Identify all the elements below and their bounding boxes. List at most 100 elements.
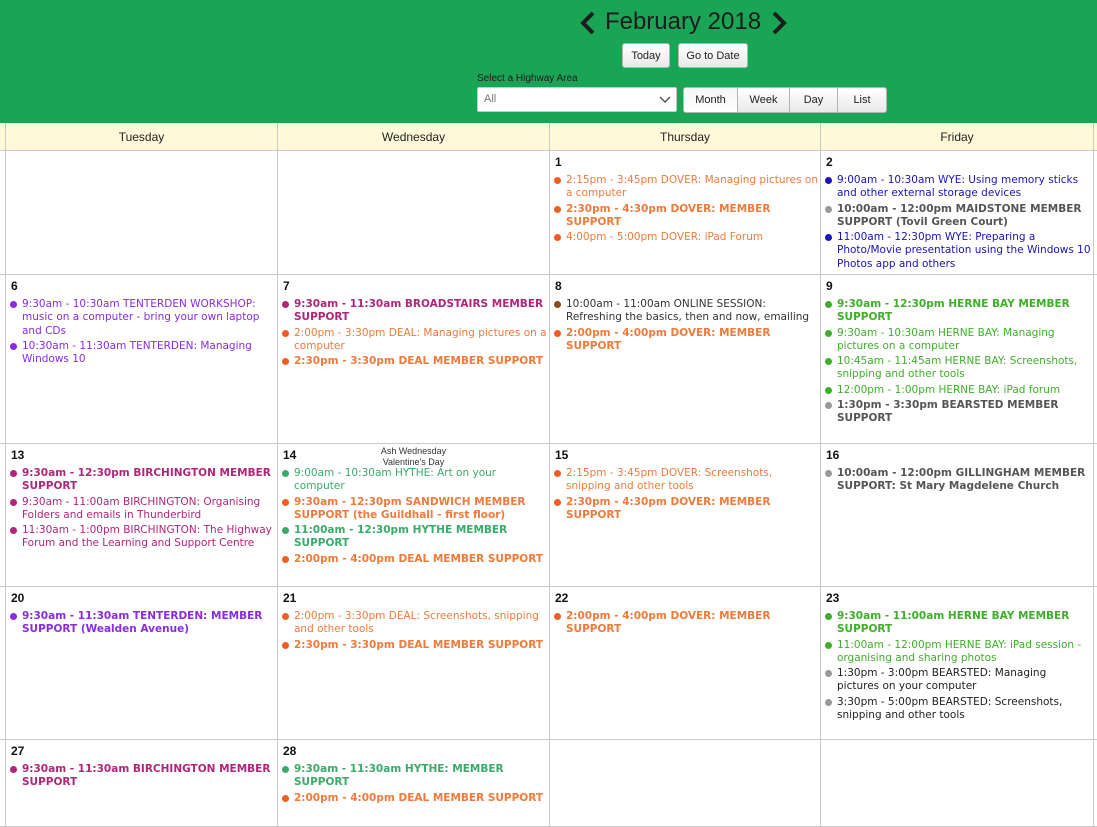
- calendar-event[interactable]: 9:00am - 10:30am WYE: Using memory stick…: [824, 174, 1091, 201]
- calendar-event[interactable]: 10:00am - 11:00am ONLINE SESSION: Refres…: [553, 298, 818, 325]
- calendar-event[interactable]: 10:45am - 11:45am HERNE BAY: Screenshots…: [824, 355, 1091, 382]
- calendar-event[interactable]: 11:30am - 1:00pm BIRCHINGTON: The Highwa…: [9, 524, 275, 551]
- calendar-event[interactable]: 10:00am - 12:00pm MAIDSTONE MEMBER SUPPO…: [824, 203, 1091, 230]
- day-cell-7[interactable]: 7 9:30am - 11:30am BROADSTAIRS MEMBER SUP…: [278, 275, 550, 443]
- day-number[interactable]: 27: [11, 744, 24, 758]
- view-list-button[interactable]: List: [838, 88, 886, 112]
- calendar-event[interactable]: 9:30am - 10:30am HERNE BAY: Managing pic…: [824, 327, 1091, 354]
- event-dot-icon: [10, 342, 17, 350]
- day-number[interactable]: 28: [283, 744, 296, 758]
- day-cell-1[interactable]: 1 2:15pm - 3:45pm DOVER: Managing picture…: [550, 151, 821, 274]
- day-number[interactable]: 22: [555, 591, 568, 605]
- calendar-event[interactable]: 2:15pm - 3:45pm DOVER: Screenshots, snip…: [553, 467, 818, 494]
- calendar-event[interactable]: 2:30pm - 3:30pm DEAL MEMBER SUPPORT: [281, 639, 547, 652]
- calendar-event[interactable]: 11:00am - 12:00pm HERNE BAY: iPad sessio…: [824, 639, 1091, 666]
- day-number[interactable]: 23: [826, 591, 839, 605]
- day-number[interactable]: 8: [555, 279, 562, 293]
- calendar-event[interactable]: 12:00pm - 1:00pm HERNE BAY: iPad forum: [824, 384, 1091, 397]
- event-dot-icon: [282, 766, 289, 773]
- calendar-event[interactable]: 2:30pm - 3:30pm DEAL MEMBER SUPPORT: [281, 355, 547, 368]
- day-number[interactable]: 20: [11, 591, 24, 605]
- day-cell-20[interactable]: 20 9:30am - 11:30am TENTERDEN: MEMBER SUP…: [6, 587, 278, 739]
- today-button[interactable]: Today: [622, 43, 670, 68]
- day-number[interactable]: 6: [11, 279, 18, 293]
- day-number[interactable]: 2: [826, 155, 833, 169]
- calendar-event[interactable]: 9:30am - 11:00am HERNE BAY MEMBER SUPPOR…: [824, 610, 1091, 637]
- view-day-button[interactable]: Day: [790, 88, 838, 112]
- view-week-button[interactable]: Week: [738, 88, 790, 112]
- day-cell-14[interactable]: 14 Ash Wednesday Valentine's Day 9:00am - 1…: [278, 444, 550, 586]
- day-cell-22[interactable]: 22 2:00pm - 4:00pm DOVER: MEMBER SUPPORT: [550, 587, 821, 739]
- day-cell-6[interactable]: 6 9:30am - 10:30am TENTERDEN WORKSHOP: mu…: [6, 275, 278, 443]
- chevron-left-icon: [580, 11, 595, 35]
- event-time: 2:15pm - 3:45pm: [566, 174, 658, 186]
- event-time: 1:30pm - 3:00pm: [837, 667, 929, 680]
- calendar-event[interactable]: 2:30pm - 4:30pm DOVER: MEMBER SUPPORT: [553, 203, 818, 230]
- calendar-event[interactable]: 9:30am - 11:30am TENTERDEN: MEMBER SUPPO…: [9, 610, 275, 637]
- calendar-event[interactable]: 10:00am - 12:00pm GILLINGHAM MEMBER SUPP…: [824, 467, 1091, 494]
- event-time: 10:45am - 11:45am: [837, 355, 942, 368]
- day-cell-23[interactable]: 23 9:30am - 11:00am HERNE BAY MEMBER SUPP…: [821, 587, 1094, 739]
- calendar-event[interactable]: 9:30am - 11:00am BIRCHINGTON: Organising…: [9, 496, 275, 523]
- week-row: 13 9:30am - 12:30pm BIRCHINGTON MEMBER SU…: [0, 444, 1097, 587]
- event-list: 2:15pm - 3:45pm DOVER: Managing pictures…: [553, 174, 818, 246]
- day-cell-9[interactable]: 9 9:30am - 12:30pm HERNE BAY MEMBER SUPPO…: [821, 275, 1094, 443]
- calendar-event[interactable]: 2:00pm - 4:00pm DEAL MEMBER SUPPORT: [281, 553, 547, 566]
- day-number[interactable]: 15: [555, 448, 568, 462]
- event-list: 9:30am - 11:30am HYTHE: MEMBER SUPPORT 2:…: [281, 763, 547, 807]
- day-number[interactable]: 1: [555, 155, 562, 169]
- event-list: 9:30am - 11:30am BIRCHINGTON MEMBER SUPP…: [9, 763, 275, 792]
- day-cell-21[interactable]: 21 2:00pm - 3:30pm DEAL: Screenshots, sni…: [278, 587, 550, 739]
- day-number[interactable]: 13: [11, 448, 24, 462]
- calendar-event[interactable]: 1:30pm - 3:00pm BEARSTED: Managing pictu…: [824, 667, 1091, 694]
- event-time: 2:00pm - 4:00pm: [294, 552, 395, 565]
- calendar-event[interactable]: 9:30am - 12:30pm BIRCHINGTON MEMBER SUPP…: [9, 467, 275, 494]
- event-dot-icon: [282, 301, 289, 308]
- calendar-event[interactable]: 2:15pm - 3:45pm DOVER: Managing pictures…: [553, 174, 818, 201]
- calendar-event[interactable]: 2:00pm - 3:30pm DEAL: Screenshots, snipp…: [281, 610, 547, 637]
- event-list: 10:00am - 11:00am ONLINE SESSION: Refres…: [553, 298, 818, 355]
- day-cell-28[interactable]: 28 9:30am - 11:30am HYTHE: MEMBER SUPPORT…: [278, 740, 550, 826]
- previous-month-button[interactable]: [577, 10, 599, 36]
- event-dot-icon: [825, 613, 832, 620]
- calendar-event[interactable]: 9:00am - 10:30am HYTHE: Art on your comp…: [281, 467, 547, 494]
- calendar-event[interactable]: 2:00pm - 4:00pm DOVER: MEMBER SUPPORT: [553, 327, 818, 354]
- day-cell-13[interactable]: 13 9:30am - 12:30pm BIRCHINGTON MEMBER SU…: [6, 444, 278, 586]
- calendar-event[interactable]: 1:30pm - 3:30pm BEARSTED MEMBER SUPPORT: [824, 399, 1091, 426]
- calendar-event[interactable]: 9:30am - 10:30am TENTERDEN WORKSHOP: mus…: [9, 298, 275, 338]
- calendar-event[interactable]: 10:30am - 11:30am TENTERDEN: Managing Wi…: [9, 340, 275, 367]
- calendar-event[interactable]: 9:30am - 12:30pm HERNE BAY MEMBER SUPPOR…: [824, 298, 1091, 325]
- day-cell-8[interactable]: 8 10:00am - 11:00am ONLINE SESSION: Refre…: [550, 275, 821, 443]
- highway-area-select[interactable]: All: [477, 87, 677, 112]
- calendar-event[interactable]: 2:30pm - 4:30pm DOVER: MEMBER SUPPORT: [553, 496, 818, 523]
- calendar-event[interactable]: 4:00pm - 5:00pm DOVER: iPad Forum: [553, 231, 818, 244]
- day-cell-27[interactable]: 27 9:30am - 11:30am BIRCHINGTON MEMBER SU…: [6, 740, 278, 826]
- calendar-event[interactable]: 11:00am - 12:30pm HYTHE MEMBER SUPPORT: [281, 524, 547, 551]
- calendar-event[interactable]: 9:30am - 12:30pm SANDWICH MEMBER SUPPORT…: [281, 496, 547, 523]
- event-time: 11:00am - 12:30pm: [837, 231, 942, 244]
- event-dot-icon: [825, 301, 832, 308]
- calendar-event[interactable]: 2:00pm - 4:00pm DEAL MEMBER SUPPORT: [281, 792, 547, 805]
- calendar-event[interactable]: 2:00pm - 4:00pm DOVER: MEMBER SUPPORT: [553, 610, 818, 637]
- calendar-event[interactable]: 11:00am - 12:30pm WYE: Preparing a Photo…: [824, 231, 1091, 271]
- day-number[interactable]: 21: [283, 591, 296, 605]
- day-number[interactable]: 16: [826, 448, 839, 462]
- calendar-event[interactable]: 9:30am - 11:30am BROADSTAIRS MEMBER SUPP…: [281, 298, 547, 325]
- event-dot-icon: [825, 234, 832, 242]
- day-number[interactable]: 9: [826, 279, 833, 293]
- next-month-button[interactable]: [768, 10, 790, 36]
- event-dot-icon: [282, 329, 289, 337]
- day-cell-15[interactable]: 15 2:15pm - 3:45pm DOVER: Screenshots, sn…: [550, 444, 821, 586]
- event-title: DEAL MEMBER SUPPORT: [398, 791, 544, 804]
- day-number[interactable]: 7: [283, 279, 290, 293]
- calendar-event[interactable]: 9:30am - 11:30am HYTHE: MEMBER SUPPORT: [281, 763, 547, 790]
- calendar-event[interactable]: 3:30pm - 5:00pm BEARSTED: Screenshots, s…: [824, 696, 1091, 723]
- go-to-date-button[interactable]: Go to Date: [678, 43, 748, 68]
- day-cell-16[interactable]: 16 10:00am - 12:00pm GILLINGHAM MEMBER SU…: [821, 444, 1094, 586]
- view-month-button[interactable]: Month: [684, 88, 738, 112]
- calendar-event[interactable]: 9:30am - 11:30am BIRCHINGTON MEMBER SUPP…: [9, 763, 275, 790]
- event-dot-icon: [282, 498, 289, 506]
- event-title: DEAL MEMBER SUPPORT: [398, 355, 544, 368]
- calendar-event[interactable]: 2:00pm - 3:30pm DEAL: Managing pictures …: [281, 327, 547, 354]
- day-cell-2[interactable]: 2 9:00am - 10:30am WYE: Using memory stic…: [821, 151, 1094, 274]
